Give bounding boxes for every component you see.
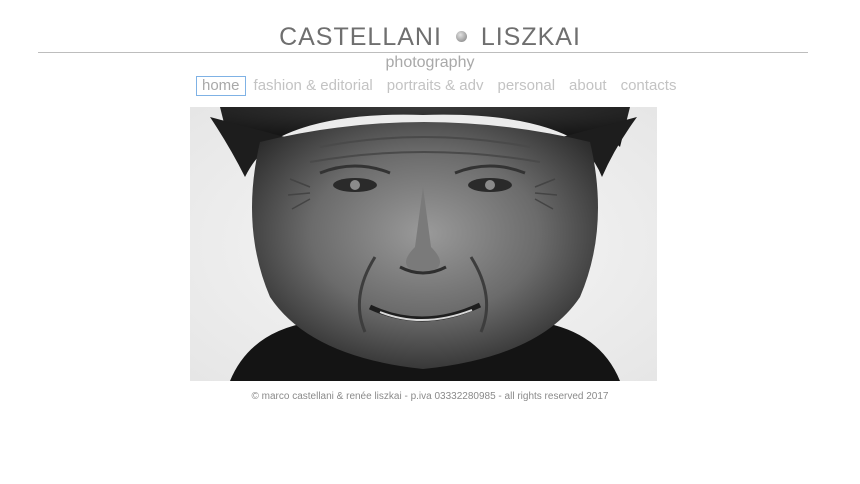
nav-about[interactable]: about (563, 77, 613, 95)
brand-dot-icon (455, 30, 467, 42)
brand-logo[interactable]: CASTELLANI LISZKAI (0, 22, 860, 52)
page: CASTELLANI LISZKAI photography home fash… (0, 0, 860, 484)
nav-fashion-editorial[interactable]: fashion & editorial (248, 77, 379, 95)
brand-name-right: LISZKAI (480, 23, 581, 51)
main-nav: home fashion & editorial portraits & adv… (196, 76, 684, 96)
nav-home[interactable]: home (196, 76, 246, 96)
brand-tagline: photography (385, 54, 475, 71)
hero-portrait-photo (190, 107, 657, 381)
nav-portraits-adv[interactable]: portraits & adv (381, 77, 490, 95)
brand-name-left: CASTELLANI (279, 23, 442, 51)
nav-contacts[interactable]: contacts (615, 77, 683, 95)
portrait-photo-icon (190, 107, 657, 381)
nav-personal[interactable]: personal (492, 77, 562, 95)
footer-copyright: © marco castellani & renée liszkai - p.i… (251, 391, 609, 402)
